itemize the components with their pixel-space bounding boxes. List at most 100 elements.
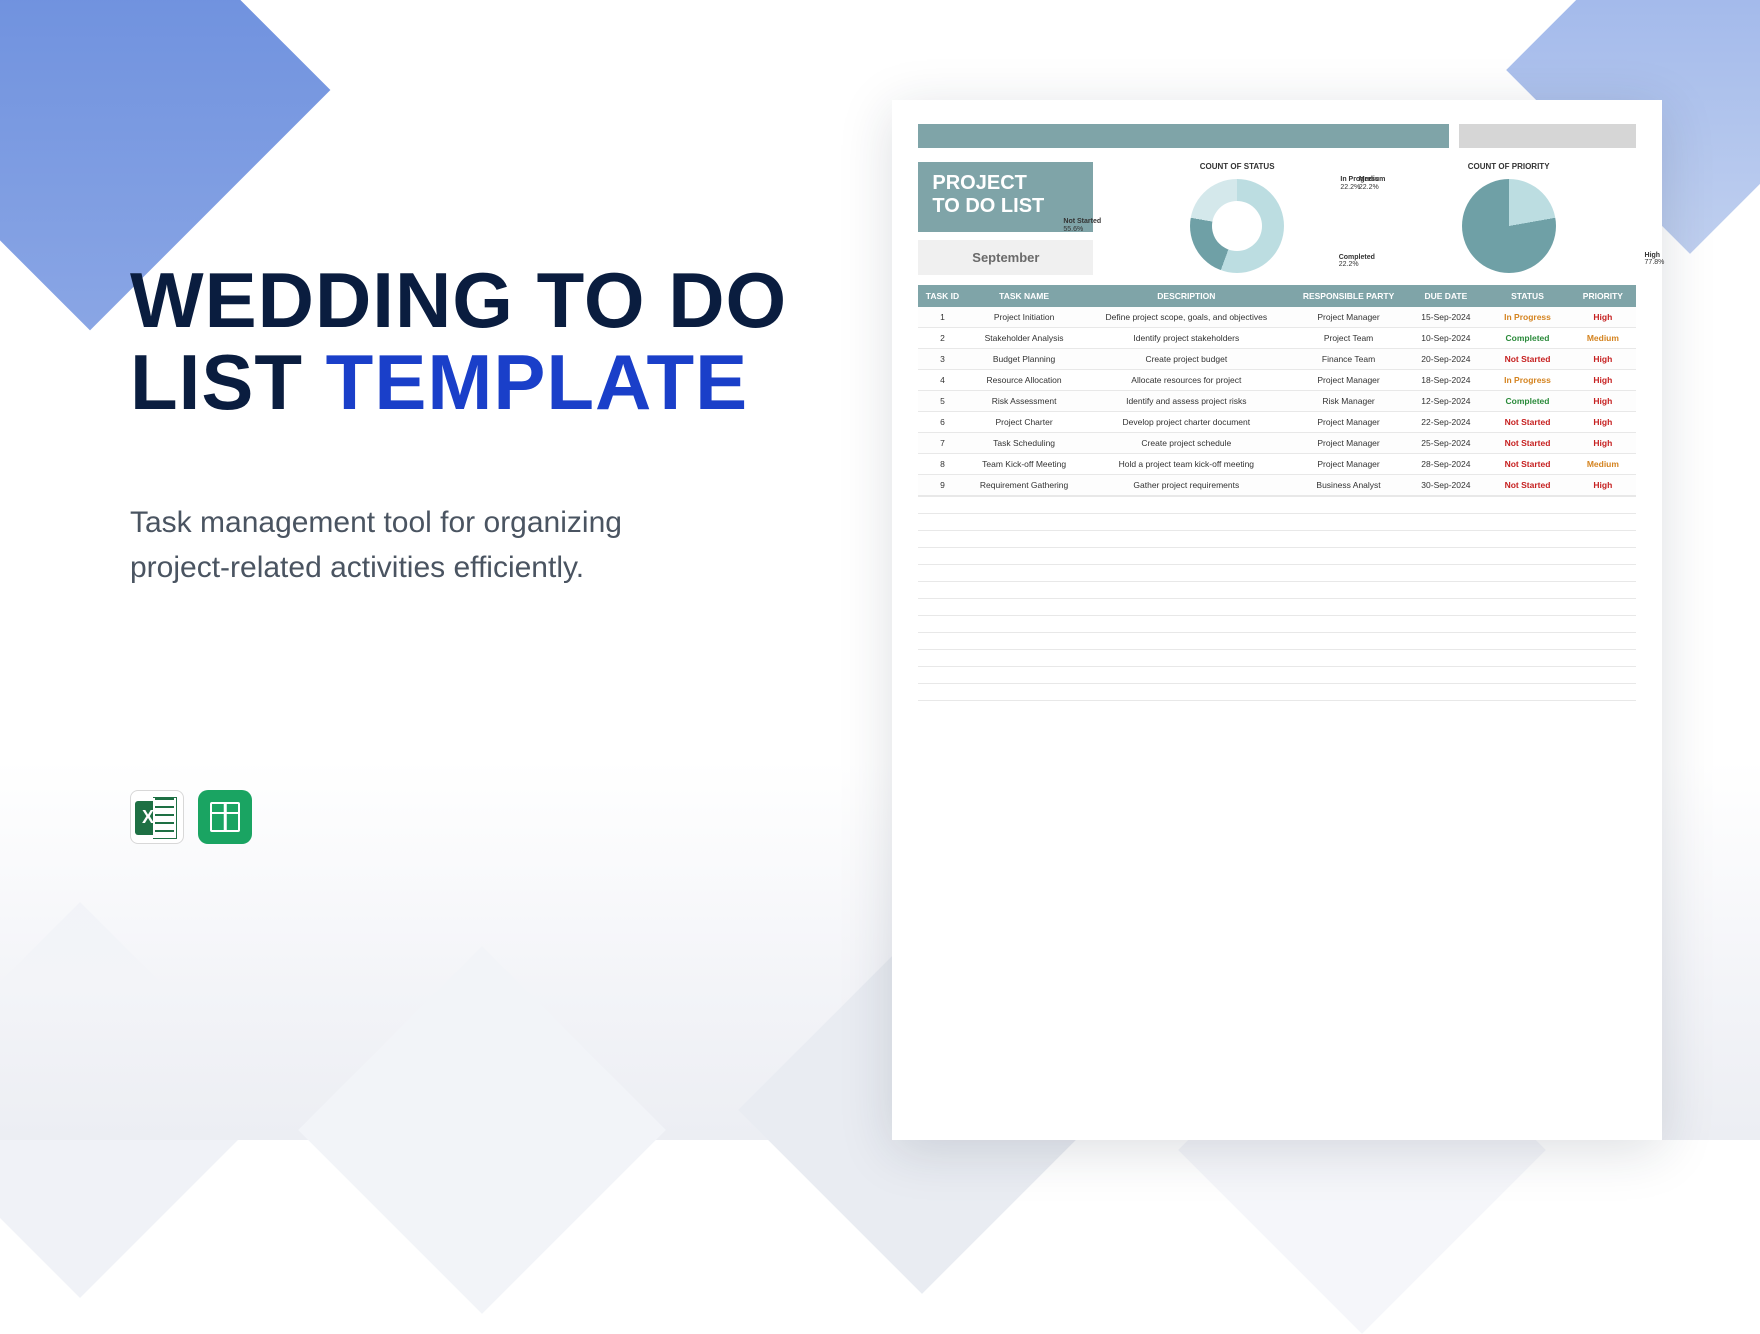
table-row: 9Requirement GatheringGather project req… bbox=[918, 475, 1636, 496]
cell-name: Risk Assessment bbox=[967, 391, 1082, 412]
priority-pie bbox=[1462, 179, 1556, 273]
google-sheets-icon bbox=[198, 790, 252, 844]
table-row: 6Project CharterDevelop project charter … bbox=[918, 412, 1636, 433]
cell-name: Project Initiation bbox=[967, 307, 1082, 328]
status-label-notstarted: Not Started55.6% bbox=[1063, 218, 1101, 233]
cell-due: 20-Sep-2024 bbox=[1406, 349, 1486, 370]
cell-status: Not Started bbox=[1486, 475, 1570, 496]
cell-party: Project Team bbox=[1291, 328, 1406, 349]
cell-priority: High bbox=[1569, 433, 1636, 454]
cell-party: Project Manager bbox=[1291, 454, 1406, 475]
cell-party: Finance Team bbox=[1291, 349, 1406, 370]
cell-priority: High bbox=[1569, 391, 1636, 412]
format-icons bbox=[130, 790, 845, 844]
cell-priority: Medium bbox=[1569, 454, 1636, 475]
cell-status: Not Started bbox=[1486, 454, 1570, 475]
status-donut bbox=[1190, 179, 1284, 273]
project-title-line1: PROJECT bbox=[932, 172, 1079, 195]
spreadsheet-preview: PROJECT TO DO LIST September COUNT OF ST… bbox=[892, 100, 1662, 1140]
priority-label-high: High77.8% bbox=[1645, 252, 1665, 267]
table-row: 2Stakeholder AnalysisIdentify project st… bbox=[918, 328, 1636, 349]
status-label-completed: Completed22.2% bbox=[1339, 254, 1375, 269]
cell-name: Stakeholder Analysis bbox=[967, 328, 1082, 349]
excel-icon bbox=[130, 790, 184, 844]
cell-id: 1 bbox=[918, 307, 966, 328]
cell-party: Project Manager bbox=[1291, 307, 1406, 328]
cell-id: 7 bbox=[918, 433, 966, 454]
cell-id: 9 bbox=[918, 475, 966, 496]
cell-name: Team Kick-off Meeting bbox=[967, 454, 1082, 475]
cell-party: Project Manager bbox=[1291, 370, 1406, 391]
project-title-line2: TO DO LIST bbox=[932, 195, 1079, 218]
cell-party: Project Manager bbox=[1291, 433, 1406, 454]
priority-chart: COUNT OF PRIORITY Medium22.2% High77.8% bbox=[1381, 162, 1637, 275]
sheet-topbar bbox=[918, 124, 1636, 148]
cell-desc: Define project scope, goals, and objecti… bbox=[1082, 307, 1291, 328]
empty-rows bbox=[918, 496, 1636, 701]
cell-due: 10-Sep-2024 bbox=[1406, 328, 1486, 349]
cell-id: 3 bbox=[918, 349, 966, 370]
cell-due: 22-Sep-2024 bbox=[1406, 412, 1486, 433]
cell-priority: Medium bbox=[1569, 328, 1636, 349]
status-chart-title: COUNT OF STATUS bbox=[1109, 162, 1365, 171]
cell-status: Completed bbox=[1486, 328, 1570, 349]
task-table: TASK IDTASK NAMEDESCRIPTIONRESPONSIBLE P… bbox=[918, 285, 1636, 496]
cell-priority: High bbox=[1569, 475, 1636, 496]
cell-priority: High bbox=[1569, 349, 1636, 370]
cell-party: Risk Manager bbox=[1291, 391, 1406, 412]
col-header: TASK NAME bbox=[967, 285, 1082, 307]
title-line2b: TEMPLATE bbox=[326, 338, 749, 426]
cell-name: Project Charter bbox=[967, 412, 1082, 433]
cell-desc: Allocate resources for project bbox=[1082, 370, 1291, 391]
cell-status: In Progress bbox=[1486, 370, 1570, 391]
cell-status: Completed bbox=[1486, 391, 1570, 412]
priority-chart-title: COUNT OF PRIORITY bbox=[1381, 162, 1637, 171]
cell-name: Budget Planning bbox=[967, 349, 1082, 370]
page-title: WEDDING TO DO LIST TEMPLATE bbox=[130, 260, 845, 424]
cell-name: Task Scheduling bbox=[967, 433, 1082, 454]
cell-id: 6 bbox=[918, 412, 966, 433]
cell-party: Business Analyst bbox=[1291, 475, 1406, 496]
cell-desc: Identify and assess project risks bbox=[1082, 391, 1291, 412]
priority-label-medium: Medium22.2% bbox=[1359, 176, 1385, 191]
col-header: TASK ID bbox=[918, 285, 966, 307]
status-chart: COUNT OF STATUS Not Started55.6% In Prog… bbox=[1109, 162, 1365, 275]
table-row: 3Budget PlanningCreate project budgetFin… bbox=[918, 349, 1636, 370]
left-panel: WEDDING TO DO LIST TEMPLATE Task managem… bbox=[0, 0, 845, 1140]
cell-priority: High bbox=[1569, 412, 1636, 433]
task-table-body: 1Project InitiationDefine project scope,… bbox=[918, 307, 1636, 496]
col-header: STATUS bbox=[1486, 285, 1570, 307]
cell-status: In Progress bbox=[1486, 307, 1570, 328]
col-header: PRIORITY bbox=[1569, 285, 1636, 307]
subtitle-text: Task management tool for organizing proj… bbox=[130, 500, 690, 590]
cell-id: 2 bbox=[918, 328, 966, 349]
table-row: 8Team Kick-off MeetingHold a project tea… bbox=[918, 454, 1636, 475]
cell-due: 18-Sep-2024 bbox=[1406, 370, 1486, 391]
sheet-header-row: PROJECT TO DO LIST September COUNT OF ST… bbox=[918, 162, 1636, 275]
cell-desc: Create project schedule bbox=[1082, 433, 1291, 454]
cell-priority: High bbox=[1569, 307, 1636, 328]
cell-desc: Identify project stakeholders bbox=[1082, 328, 1291, 349]
col-header: DUE DATE bbox=[1406, 285, 1486, 307]
cell-status: Not Started bbox=[1486, 433, 1570, 454]
cell-id: 4 bbox=[918, 370, 966, 391]
cell-party: Project Manager bbox=[1291, 412, 1406, 433]
right-panel: PROJECT TO DO LIST September COUNT OF ST… bbox=[845, 0, 1760, 1140]
cell-due: 25-Sep-2024 bbox=[1406, 433, 1486, 454]
cell-name: Requirement Gathering bbox=[967, 475, 1082, 496]
table-row: 5Risk AssessmentIdentify and assess proj… bbox=[918, 391, 1636, 412]
cell-due: 28-Sep-2024 bbox=[1406, 454, 1486, 475]
cell-id: 8 bbox=[918, 454, 966, 475]
cell-id: 5 bbox=[918, 391, 966, 412]
col-header: RESPONSIBLE PARTY bbox=[1291, 285, 1406, 307]
table-row: 7Task SchedulingCreate project scheduleP… bbox=[918, 433, 1636, 454]
table-row: 1Project InitiationDefine project scope,… bbox=[918, 307, 1636, 328]
cell-due: 15-Sep-2024 bbox=[1406, 307, 1486, 328]
cell-desc: Create project budget bbox=[1082, 349, 1291, 370]
month-label: September bbox=[918, 240, 1093, 275]
title-line1: WEDDING TO DO bbox=[130, 256, 787, 344]
cell-status: Not Started bbox=[1486, 349, 1570, 370]
cell-name: Resource Allocation bbox=[967, 370, 1082, 391]
col-header: DESCRIPTION bbox=[1082, 285, 1291, 307]
cell-status: Not Started bbox=[1486, 412, 1570, 433]
